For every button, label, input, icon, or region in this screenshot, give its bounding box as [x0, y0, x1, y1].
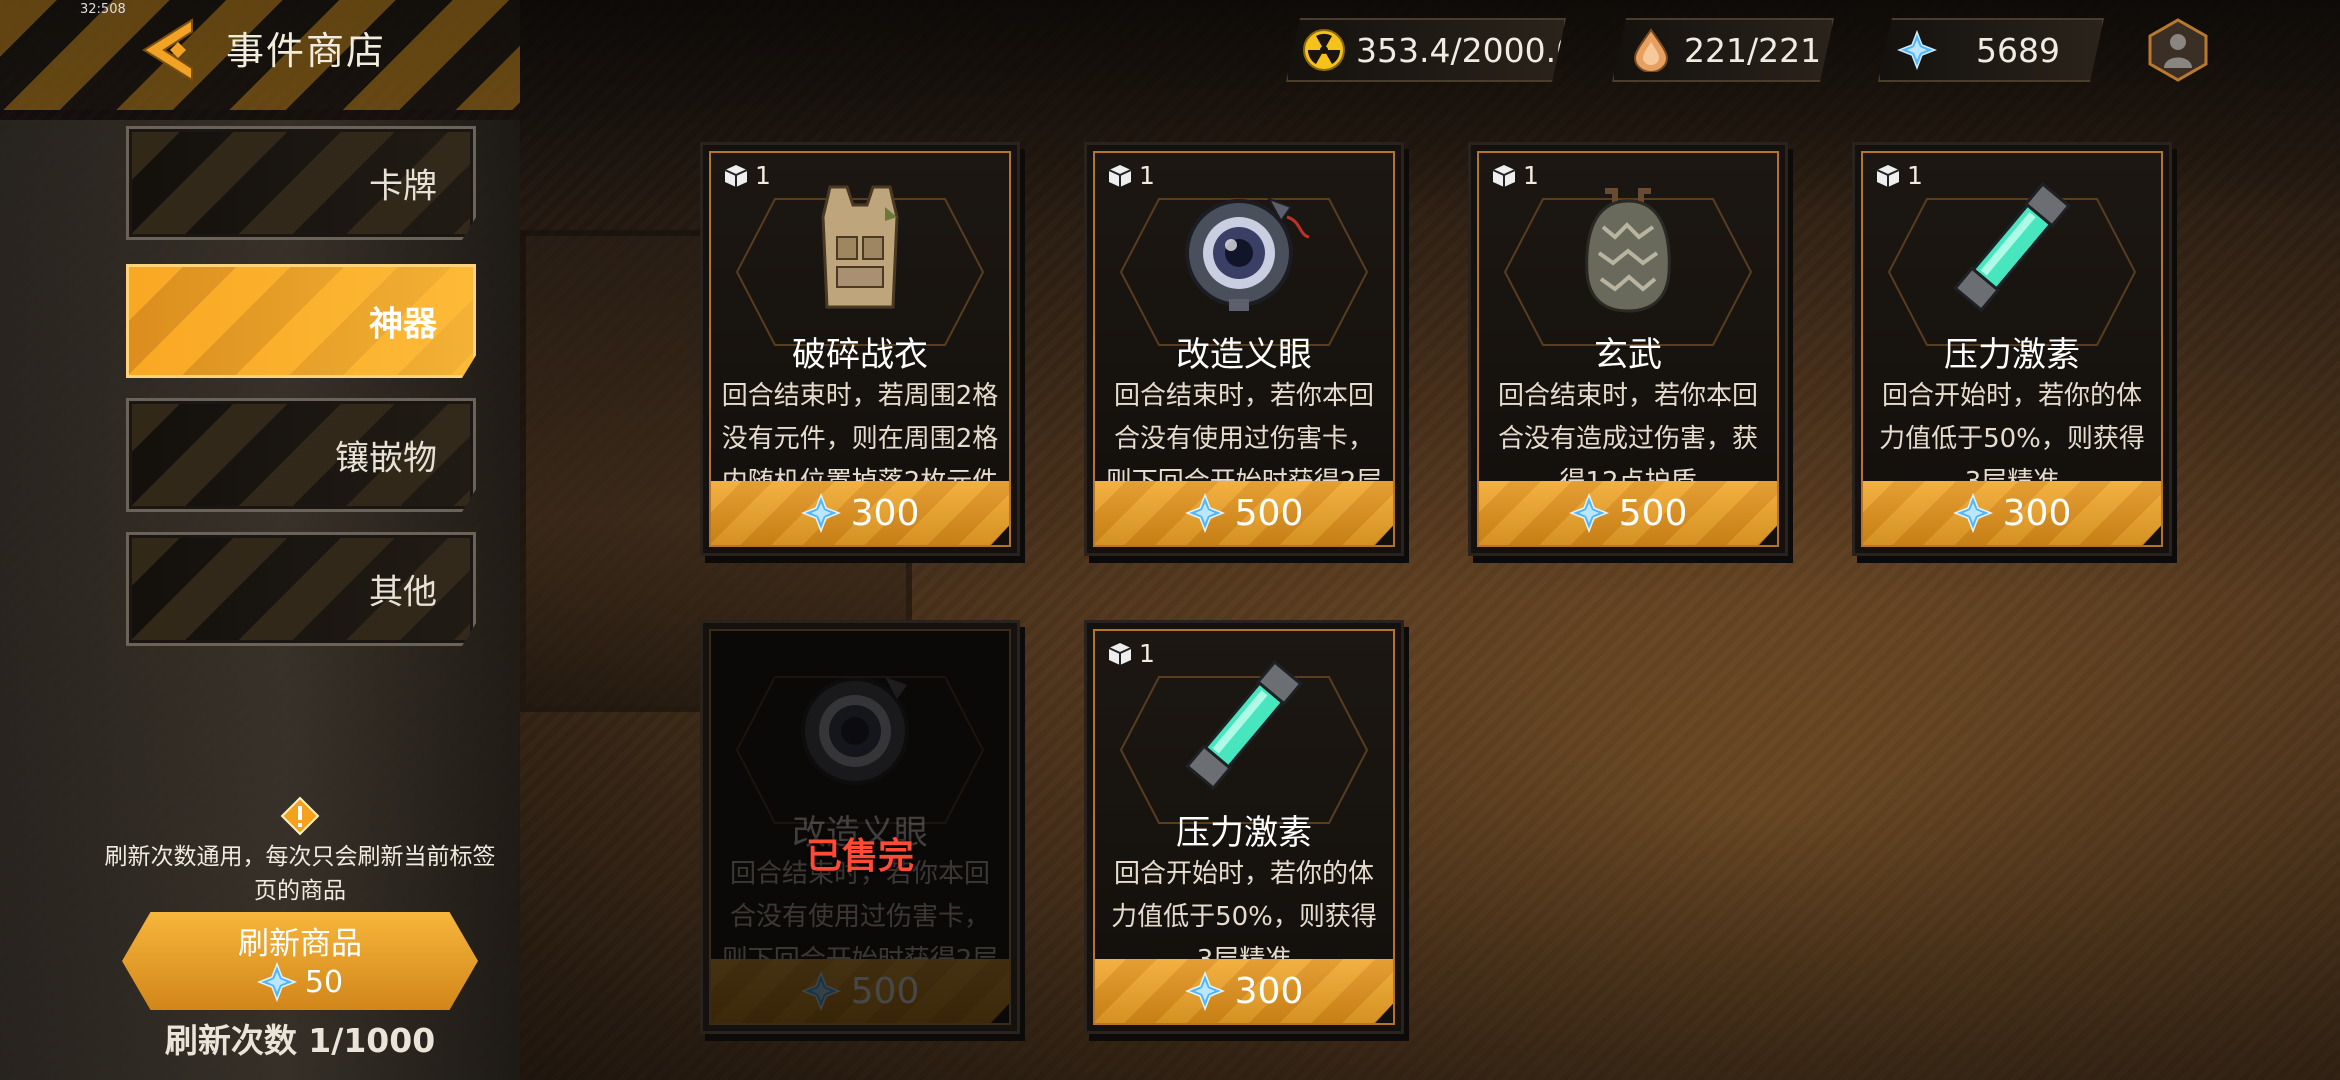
quantity-value: 1	[1139, 639, 1155, 668]
back-arrow-icon	[142, 18, 193, 82]
box-icon	[724, 164, 748, 187]
buy-button-disabled: 500	[711, 959, 1009, 1023]
radiation-icon	[1302, 27, 1346, 73]
item-name: 压力激素	[1176, 813, 1312, 853]
resource-energy: 221/221	[1612, 18, 1834, 82]
sold-out-label: 已售完	[805, 836, 914, 877]
refresh-count: 刷新次数 1/1000	[164, 1021, 436, 1060]
hormone-capsule-icon	[1185, 659, 1303, 791]
blue-crystal-icon	[1184, 493, 1225, 533]
tab-label: 卡牌	[369, 166, 437, 207]
shop-item-card[interactable]: 1 改造义眼 回合结束时，若你本回合没有使用过伤害卡，则下回合开始时获得2层精准…	[1084, 142, 1404, 556]
refresh-notice: 刷新次数通用，每次只会刷新当前标签页的商品	[104, 844, 496, 904]
item-quantity: 1	[723, 161, 771, 190]
price-value: 300	[850, 492, 920, 534]
buy-button[interactable]: 300	[711, 481, 1009, 545]
item-quantity: 1	[1107, 639, 1155, 668]
tab-artifacts[interactable]: 神器	[126, 264, 476, 378]
price-value: 300	[2002, 492, 2072, 534]
item-name: 玄武	[1594, 335, 1662, 375]
blue-crystal-icon	[1894, 27, 1940, 73]
refresh-goods-button[interactable]: 刷新商品 50	[122, 912, 478, 1010]
buy-button[interactable]: 500	[1479, 481, 1777, 545]
resource-value: 353.4/2000.0	[1356, 30, 1578, 70]
refresh-cost: 50	[122, 962, 478, 1002]
price-value: 300	[1234, 970, 1304, 1012]
page-title: 事件商店	[226, 29, 387, 73]
tab-label: 神器	[369, 304, 437, 345]
flame-drop-icon	[1628, 27, 1674, 73]
refresh-button-label: 刷新商品	[238, 926, 362, 962]
box-icon	[1108, 642, 1132, 665]
resource-radiation: 353.4/2000.0	[1286, 18, 1566, 82]
shop-item-card[interactable]: 1 压力激素 回合开始时，若你的体力值低于50%，则获得3层精准 300	[1852, 142, 2172, 556]
tattered-vest-icon	[821, 185, 899, 309]
blue-crystal-icon	[800, 971, 841, 1011]
shop-item-card-sold-out: 改造义眼 回合结束时，若你本回合没有使用过伤害卡，则下回合开始时获得2层精准 已…	[700, 620, 1020, 1034]
tab-label: 镶嵌物	[335, 438, 437, 479]
item-name: 压力激素	[1944, 335, 2080, 375]
item-quantity: 1	[1875, 161, 1923, 190]
item-quantity: 1	[1107, 161, 1155, 190]
blue-crystal-icon	[1952, 493, 1993, 533]
box-icon	[1492, 164, 1516, 187]
refresh-cost-value: 50	[304, 964, 344, 1000]
tab-label: 其他	[369, 572, 437, 613]
shop-item-card[interactable]: 1 破碎战衣 回合结束时，若周围2格没有元件，则在周围2格内随机位置掉落2枚元件…	[700, 142, 1020, 556]
avatar-icon	[2148, 18, 2208, 82]
profile-avatar-button[interactable]	[2146, 18, 2210, 82]
warning-icon	[280, 796, 320, 836]
quantity-value: 1	[755, 161, 771, 190]
resource-value: 5689	[1976, 30, 2060, 70]
tab-cards[interactable]: 卡牌	[126, 126, 476, 240]
price-value: 500	[850, 970, 920, 1012]
cyber-eye-icon	[801, 677, 909, 785]
hormone-capsule-icon	[1953, 181, 2071, 313]
quantity-value: 1	[1907, 161, 1923, 190]
blue-crystal-icon	[1184, 971, 1225, 1011]
item-quantity: 1	[1491, 161, 1539, 190]
shop-item-card[interactable]: 1 压力激素 回合开始时，若你的体力值低于50%，则获得3层精准 300	[1084, 620, 1404, 1034]
buy-button[interactable]: 500	[1095, 481, 1393, 545]
turtle-shell-pack-icon	[1585, 188, 1671, 313]
buy-button[interactable]: 300	[1863, 481, 2161, 545]
item-name: 改造义眼	[1176, 335, 1312, 375]
resource-value: 221/221	[1684, 30, 1822, 70]
blue-crystal-icon	[1568, 493, 1609, 533]
status-time: 32:508	[80, 2, 126, 17]
blue-crystal-icon	[800, 493, 841, 533]
box-icon	[1108, 164, 1132, 187]
buy-button[interactable]: 300	[1095, 959, 1393, 1023]
quantity-value: 1	[1139, 161, 1155, 190]
shop-item-card[interactable]: 1 玄武 回合结束时，若你本回合没有造成过伤害，获得12点护盾 500	[1468, 142, 1788, 556]
box-icon	[1876, 164, 1900, 187]
price-value: 500	[1234, 492, 1304, 534]
cyber-eye-icon	[1185, 197, 1310, 311]
blue-crystal-icon	[256, 962, 297, 1002]
tab-inlays[interactable]: 镶嵌物	[126, 398, 476, 512]
back-button[interactable]	[130, 14, 206, 86]
item-name: 破碎战衣	[792, 335, 928, 375]
quantity-value: 1	[1523, 161, 1539, 190]
tab-other[interactable]: 其他	[126, 532, 476, 646]
price-value: 500	[1618, 492, 1688, 534]
resource-crystal: 5689	[1878, 18, 2104, 82]
